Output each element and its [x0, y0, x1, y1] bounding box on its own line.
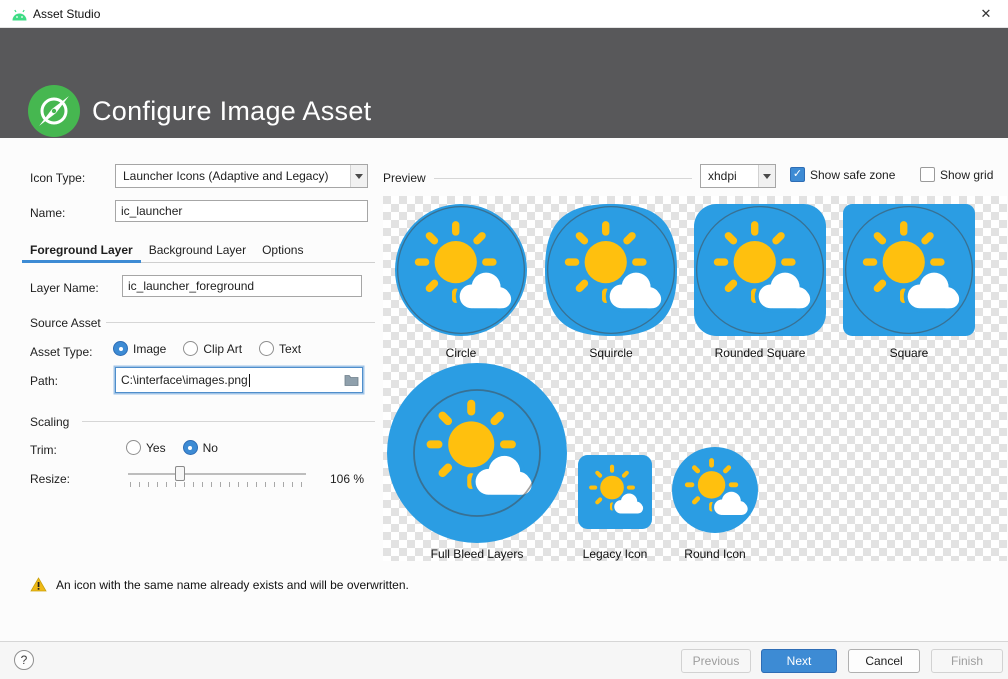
- text-caret: [249, 374, 250, 387]
- android-icon: [11, 9, 28, 24]
- folder-icon: [344, 374, 359, 386]
- density-dropdown[interactable]: xhdpi: [700, 164, 776, 188]
- round-icon-image: [672, 447, 758, 533]
- source-asset-divider: [106, 322, 375, 323]
- slider-track[interactable]: [128, 473, 306, 475]
- page-title: Configure Image Asset: [92, 96, 371, 127]
- slider-thumb[interactable]: [175, 466, 185, 481]
- preview-tile-label: Rounded Square: [694, 346, 826, 360]
- name-label: Name:: [30, 206, 65, 220]
- preview-tile-rounded-square: [694, 204, 826, 336]
- layer-name-label: Layer Name:: [30, 281, 99, 295]
- scaling-divider: [82, 421, 375, 422]
- preview-tile-label: Full Bleed Layers: [387, 547, 567, 561]
- warning-row: An icon with the same name already exist…: [30, 577, 409, 592]
- radio-trim-no: [183, 440, 198, 455]
- legacy-icon-image: [578, 455, 652, 529]
- slider-ticks: [130, 482, 308, 487]
- warning-icon: [30, 577, 47, 592]
- icon-type-label: Icon Type:: [30, 171, 85, 185]
- tab-foreground-layer[interactable]: Foreground Layer: [22, 238, 141, 262]
- preview-divider: [434, 178, 692, 179]
- asset-type-radio-group: Image Clip Art Text: [113, 341, 318, 356]
- adaptive-icon-circle-image: [395, 204, 527, 336]
- resize-slider[interactable]: [128, 466, 306, 488]
- trim-label: Trim:: [30, 443, 57, 457]
- radio-trim-yes: [126, 440, 141, 455]
- preview-tile-legacy: [578, 455, 652, 529]
- icon-type-value: Launcher Icons (Adaptive and Legacy): [116, 169, 350, 183]
- preview-tile-squircle: [545, 204, 677, 336]
- preview-label: Preview: [383, 171, 426, 185]
- android-studio-logo-icon: [26, 83, 82, 142]
- chevron-down-icon: [350, 165, 367, 187]
- adaptive-icon-rounded-square-image: [694, 204, 826, 336]
- adaptive-icon-squircle-image: [545, 204, 677, 336]
- resize-label: Resize:: [30, 472, 70, 486]
- radio-option-trim-no[interactable]: No: [183, 440, 218, 455]
- chevron-down-icon: [758, 165, 775, 187]
- preview-tile-square: [843, 204, 975, 336]
- radio-text: [259, 341, 274, 356]
- preview-tile-full-bleed: [387, 363, 567, 543]
- finish-button[interactable]: Finish: [931, 649, 1003, 673]
- preview-tile-label: Round Icon: [655, 547, 775, 561]
- preview-tile-circle: [395, 204, 527, 336]
- path-input[interactable]: C:\interface\images.png: [115, 367, 363, 393]
- next-button[interactable]: Next: [761, 649, 837, 673]
- resize-value: 106 %: [330, 472, 364, 486]
- density-value: xhdpi: [701, 169, 758, 183]
- radio-clip-art-label: Clip Art: [203, 342, 242, 356]
- layer-name-input[interactable]: ic_launcher_foreground: [122, 275, 362, 297]
- radio-trim-no-label: No: [203, 441, 218, 455]
- check-icon: ✓: [790, 167, 805, 182]
- help-button[interactable]: ?: [14, 650, 34, 670]
- browse-folder-button[interactable]: [340, 368, 362, 392]
- path-input-value: C:\interface\images.png: [121, 373, 248, 387]
- asset-type-label: Asset Type:: [30, 345, 92, 359]
- adaptive-icon-square-image: [843, 204, 975, 336]
- radio-image: [113, 341, 128, 356]
- show-grid-label: Show grid: [940, 168, 993, 182]
- footer-bar: ? Previous Next Cancel Finish: [0, 641, 1008, 679]
- preview-tile-label: Square: [843, 346, 975, 360]
- preview-tile-round: [672, 447, 758, 533]
- radio-clip-art: [183, 341, 198, 356]
- name-input-value: ic_launcher: [121, 204, 182, 218]
- radio-option-trim-yes[interactable]: Yes: [126, 440, 166, 455]
- previous-button[interactable]: Previous: [681, 649, 751, 673]
- radio-option-clip-art[interactable]: Clip Art: [183, 341, 242, 356]
- show-safe-zone-label: Show safe zone: [810, 168, 895, 182]
- radio-option-text[interactable]: Text: [259, 341, 301, 356]
- asset-studio-dialog: Asset Studio ✕ Configure Image Asset Ico…: [0, 0, 1008, 679]
- show-grid-box: [920, 167, 935, 182]
- cancel-button[interactable]: Cancel: [848, 649, 920, 673]
- radio-option-image[interactable]: Image: [113, 341, 166, 356]
- radio-trim-yes-label: Yes: [146, 441, 166, 455]
- icon-type-dropdown[interactable]: Launcher Icons (Adaptive and Legacy): [115, 164, 368, 188]
- trim-radio-group: Yes No: [126, 440, 235, 455]
- source-asset-section-label: Source Asset: [30, 316, 101, 330]
- layer-tabs: Foreground Layer Background Layer Option…: [22, 238, 375, 263]
- window-title: Asset Studio: [33, 7, 100, 21]
- scaling-section-label: Scaling: [30, 415, 69, 429]
- show-safe-zone-checkbox[interactable]: ✓ Show safe zone: [790, 167, 895, 182]
- path-label: Path:: [30, 374, 58, 388]
- radio-image-label: Image: [133, 342, 166, 356]
- preview-tile-label: Circle: [395, 346, 527, 360]
- preview-tile-label: Squircle: [545, 346, 677, 360]
- full-bleed-icon-image: [387, 363, 567, 543]
- show-grid-checkbox[interactable]: Show grid: [920, 167, 993, 182]
- tab-background-layer[interactable]: Background Layer: [141, 238, 254, 262]
- radio-text-label: Text: [279, 342, 301, 356]
- warning-message: An icon with the same name already exist…: [56, 578, 409, 592]
- name-input[interactable]: ic_launcher: [115, 200, 368, 222]
- tab-options[interactable]: Options: [254, 238, 311, 262]
- title-bar: Asset Studio ✕: [0, 0, 1008, 28]
- layer-name-input-value: ic_launcher_foreground: [128, 279, 254, 293]
- wizard-header: Configure Image Asset: [0, 28, 1008, 138]
- close-button[interactable]: ✕: [964, 0, 1008, 28]
- preview-canvas: Circle Squircle Rounded Square Square: [383, 196, 1007, 561]
